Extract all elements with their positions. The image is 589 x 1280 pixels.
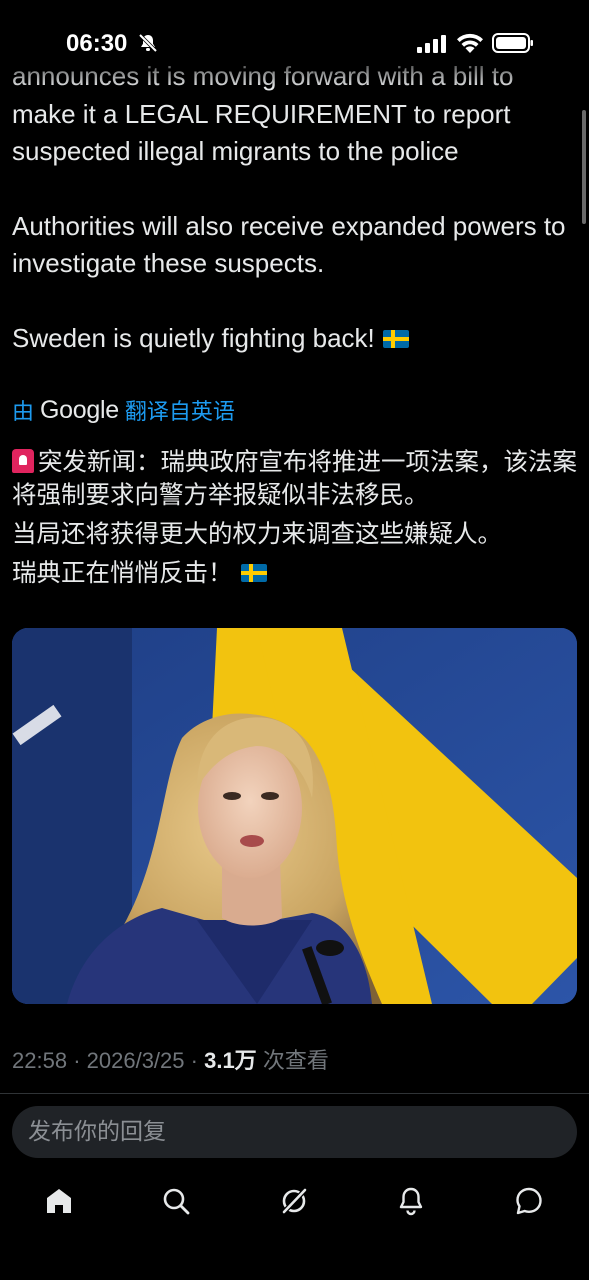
tweet-date: 2026/3/25 xyxy=(86,1048,185,1073)
translated-text: 突发新闻：瑞典政府宣布将推进一项法案，该法案将强制要求向警方举报疑似非法移民。 … xyxy=(12,446,577,596)
status-bar: 06:30 xyxy=(0,0,589,88)
tweet-paragraph-3-row: Sweden is quietly fighting back! xyxy=(12,320,577,358)
nav-grok[interactable] xyxy=(277,1184,311,1218)
notifications-icon xyxy=(399,1187,423,1216)
tweet-paragraph-2: Authorities will also receive expanded p… xyxy=(12,210,566,279)
views-label[interactable]: 次查看 xyxy=(263,1048,329,1073)
tweet-line-2: suspected illegal migrants to the police xyxy=(12,136,459,166)
wifi-icon xyxy=(457,33,483,53)
home-icon xyxy=(47,1189,71,1213)
tweet-photo[interactable] xyxy=(12,628,577,1004)
translation-suffix: 翻译自英语 xyxy=(124,399,235,424)
tweet-meta: 22:58 · 2026/3/25 · 3.1万 次查看 xyxy=(12,1043,329,1075)
status-time: 06:30 xyxy=(66,30,128,57)
divider xyxy=(0,1093,589,1094)
meta-separator: · xyxy=(190,1048,198,1073)
nav-search[interactable] xyxy=(159,1184,193,1218)
screen: announces it is moving forward with a bi… xyxy=(0,0,589,1280)
messages-icon xyxy=(516,1187,542,1215)
translation-prefix: 由 xyxy=(12,399,35,424)
nav-home[interactable] xyxy=(42,1184,76,1218)
scroll-indicator[interactable] xyxy=(582,110,586,224)
tweet-text: announces it is moving forward with a bi… xyxy=(12,58,577,357)
bell-slash-icon xyxy=(138,33,158,53)
bottom-nav xyxy=(0,1168,589,1238)
home-indicator xyxy=(224,1258,364,1264)
reply-input[interactable] xyxy=(12,1106,577,1158)
translation-attribution[interactable]: 由 Google 翻译自英语 xyxy=(12,394,235,426)
translated-paragraph-3-row: 瑞典正在悄悄反击！ xyxy=(12,557,577,590)
nav-notifications[interactable] xyxy=(394,1184,428,1218)
views-count[interactable]: 3.1万 xyxy=(204,1048,257,1073)
siren-icon xyxy=(12,449,34,473)
sweden-flag-icon xyxy=(240,564,267,582)
translated-paragraph-3: 瑞典正在悄悄反击！ xyxy=(12,560,233,587)
google-logo: Google xyxy=(40,395,119,424)
nav-messages[interactable] xyxy=(512,1184,546,1218)
tweet-time: 22:58 xyxy=(12,1048,68,1073)
tweet-line-1: make it a LEGAL REQUIREMENT to report xyxy=(12,98,511,129)
grok-icon xyxy=(281,1187,308,1215)
tweet-paragraph-3: Sweden is quietly fighting back! xyxy=(12,322,375,353)
translated-paragraph-2: 当局还将获得更大的权力来调查这些嫌疑人。 xyxy=(12,521,502,548)
signal-icon xyxy=(417,35,446,53)
translated-paragraph-1: 突发新闻：瑞典政府宣布将推进一项法案，该法案将强制要求向警方举报疑似非法移民。 xyxy=(12,449,577,509)
photo-illustration xyxy=(12,628,577,1004)
sweden-flag-icon xyxy=(382,329,409,348)
search-icon xyxy=(163,1188,190,1215)
meta-separator: · xyxy=(73,1048,81,1073)
battery-icon xyxy=(492,33,533,53)
reply-box[interactable] xyxy=(12,1106,577,1158)
translated-paragraph-1-row: 突发新闻：瑞典政府宣布将推进一项法案，该法案将强制要求向警方举报疑似非法移民。 xyxy=(12,446,577,512)
